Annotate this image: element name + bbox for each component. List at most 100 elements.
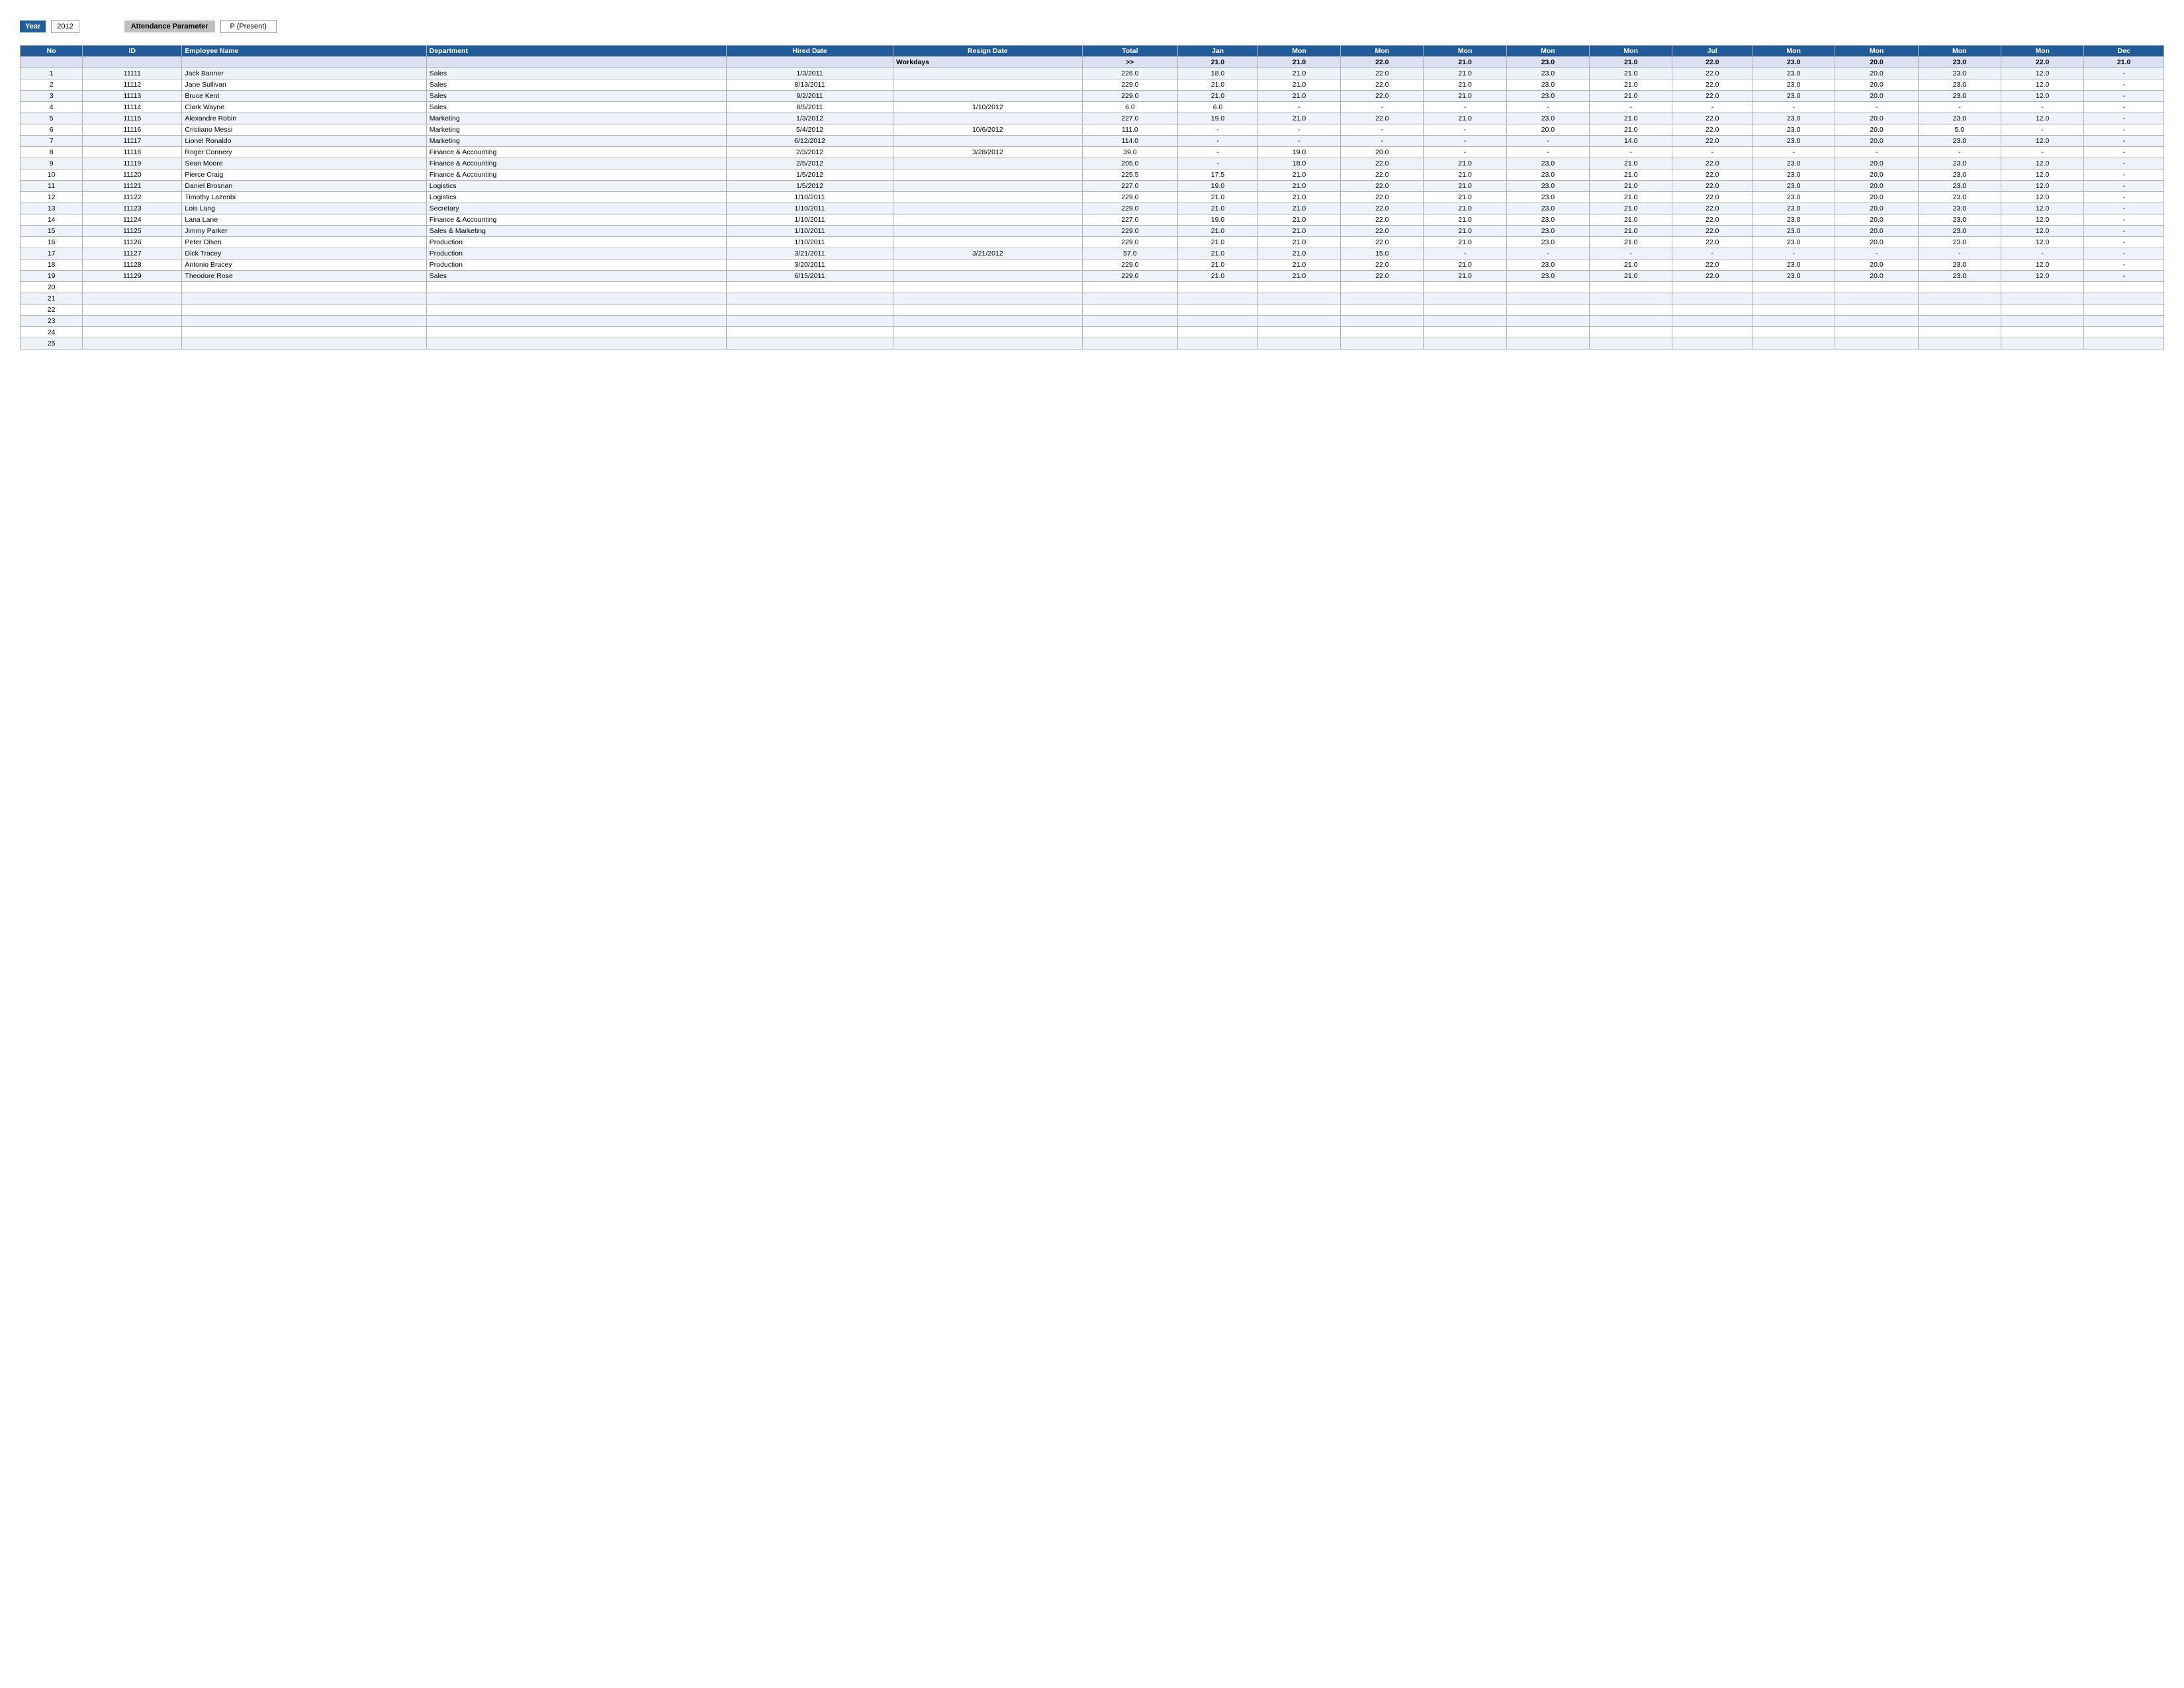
cell-no: 19: [21, 271, 83, 282]
cell-id: 11117: [83, 136, 182, 147]
cell-jul: 22.0: [1672, 91, 1752, 102]
table-row: 1611126Peter OlsenProduction1/10/2011229…: [21, 237, 2164, 248]
workdays-m10: 22.0: [2001, 57, 2083, 68]
cell-no: 10: [21, 169, 83, 181]
cell-m5: 21.0: [1590, 271, 1672, 282]
table-row: 811118Roger ConneryFinance & Accounting2…: [21, 147, 2164, 158]
workdays-row: Workdays >> 21.0 21.0 22.0 21.0 23.0 21.…: [21, 57, 2164, 68]
cell-m3: -: [1424, 248, 1506, 259]
cell-m5: 21.0: [1590, 124, 1672, 136]
cell-m3: 21.0: [1424, 68, 1506, 79]
cell-total: 114.0: [1082, 136, 1178, 147]
cell-m1: 21.0: [1257, 226, 1340, 237]
cell-m2: 22.0: [1341, 259, 1424, 271]
cell-m10: [2001, 338, 2083, 350]
cell-jan: 6.0: [1178, 102, 1258, 113]
cell-hired: [726, 293, 893, 305]
workdays-m1: 21.0: [1257, 57, 1340, 68]
cell-m3: 21.0: [1424, 158, 1506, 169]
cell-hired: 3/21/2011: [726, 248, 893, 259]
cell-m3: [1424, 316, 1506, 327]
cell-jan: 19.0: [1178, 214, 1258, 226]
cell-m5: -: [1590, 248, 1672, 259]
cell-id: 11125: [83, 226, 182, 237]
cell-m8: -: [1835, 102, 1918, 113]
cell-m8: 20.0: [1835, 226, 1918, 237]
cell-dec: -: [2084, 158, 2164, 169]
cell-jan: 21.0: [1178, 271, 1258, 282]
cell-m3: [1424, 282, 1506, 293]
cell-id: [83, 327, 182, 338]
cell-m1: 21.0: [1257, 181, 1340, 192]
cell-resign: 3/21/2012: [893, 248, 1083, 259]
col-jul: Jul: [1672, 46, 1752, 57]
cell-m3: -: [1424, 147, 1506, 158]
cell-hired: 9/2/2011: [726, 91, 893, 102]
cell-jul: 22.0: [1672, 68, 1752, 79]
col-mon-3: Mon: [1424, 46, 1506, 57]
cell-m3: [1424, 327, 1506, 338]
cell-dept: Sales: [426, 102, 726, 113]
cell-hired: [726, 316, 893, 327]
cell-m7: [1752, 305, 1835, 316]
cell-m8: 20.0: [1835, 237, 1918, 248]
col-resign-date: Resign Date: [893, 46, 1083, 57]
cell-id: 11128: [83, 259, 182, 271]
workdays-m7: 23.0: [1752, 57, 1835, 68]
cell-dec: -: [2084, 248, 2164, 259]
workdays-m5: 21.0: [1590, 57, 1672, 68]
table-row: 611116Cristiano MessiMarketing5/4/201210…: [21, 124, 2164, 136]
cell-no: 24: [21, 327, 83, 338]
cell-jul: 22.0: [1672, 259, 1752, 271]
cell-dept: [426, 338, 726, 350]
cell-id: 11111: [83, 68, 182, 79]
cell-m5: 21.0: [1590, 91, 1672, 102]
cell-m7: 23.0: [1752, 79, 1835, 91]
attendance-parameter-value: P (Present): [220, 20, 277, 33]
cell-m9: 23.0: [1918, 169, 2001, 181]
cell-hired: 8/5/2011: [726, 102, 893, 113]
cell-m1: 21.0: [1257, 79, 1340, 91]
cell-total: 229.0: [1082, 259, 1178, 271]
workdays-m9: 23.0: [1918, 57, 2001, 68]
cell-m2: [1341, 327, 1424, 338]
cell-resign: [893, 68, 1083, 79]
table-row: 25: [21, 338, 2164, 350]
cell-m5: 21.0: [1590, 68, 1672, 79]
cell-m4: -: [1506, 102, 1589, 113]
cell-name: Roger Connery: [182, 147, 426, 158]
workdays-name: [182, 57, 426, 68]
table-row: 1411124Lana LaneFinance & Accounting1/10…: [21, 214, 2164, 226]
cell-total: 229.0: [1082, 226, 1178, 237]
cell-m1: 18.0: [1257, 158, 1340, 169]
cell-dept: Sales: [426, 79, 726, 91]
col-no: No: [21, 46, 83, 57]
cell-jul: 22.0: [1672, 192, 1752, 203]
cell-jan: -: [1178, 124, 1258, 136]
cell-total: 205.0: [1082, 158, 1178, 169]
cell-name: Antonio Bracey: [182, 259, 426, 271]
cell-id: 11126: [83, 237, 182, 248]
cell-m7: 23.0: [1752, 158, 1835, 169]
cell-m3: [1424, 293, 1506, 305]
cell-dec: -: [2084, 181, 2164, 192]
cell-jul: -: [1672, 248, 1752, 259]
col-jan: Jan: [1178, 46, 1258, 57]
cell-m1: 21.0: [1257, 248, 1340, 259]
cell-m7: 23.0: [1752, 192, 1835, 203]
workdays-m3: 21.0: [1424, 57, 1506, 68]
cell-m8: [1835, 305, 1918, 316]
year-label: Year: [20, 21, 46, 32]
cell-m7: 23.0: [1752, 203, 1835, 214]
cell-m5: 21.0: [1590, 169, 1672, 181]
cell-m8: 20.0: [1835, 113, 1918, 124]
table-row: 711117Lionel RonaldoMarketing6/12/201211…: [21, 136, 2164, 147]
cell-no: 21: [21, 293, 83, 305]
cell-no: 1: [21, 68, 83, 79]
cell-hired: 1/10/2011: [726, 237, 893, 248]
cell-m2: 15.0: [1341, 248, 1424, 259]
cell-m1: 21.0: [1257, 214, 1340, 226]
cell-hired: 5/4/2012: [726, 124, 893, 136]
cell-id: 11115: [83, 113, 182, 124]
cell-resign: [893, 214, 1083, 226]
